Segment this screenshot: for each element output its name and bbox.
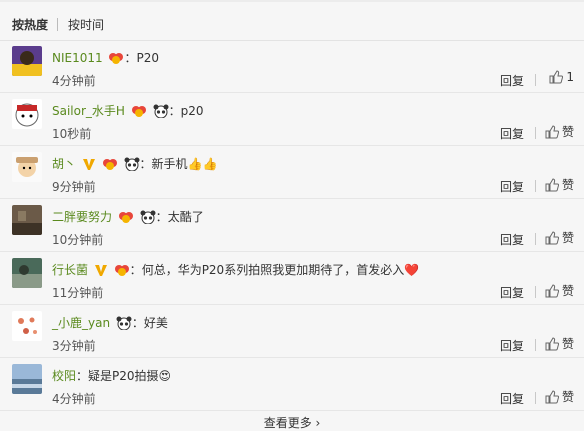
comment-text: 疑是P20拍摄 <box>88 369 159 383</box>
like-button[interactable]: 赞 <box>545 123 574 140</box>
vip-v-icon <box>94 263 108 281</box>
like-label: 赞 <box>561 178 574 192</box>
comment-time: 11分钟前 <box>52 286 104 300</box>
comment-text: 何总，华为P20系列拍照我更加期待了，首发必入 <box>141 263 405 277</box>
like-label: 赞 <box>561 337 574 351</box>
reply-button[interactable]: 回复 <box>500 72 524 89</box>
action-divider <box>535 392 536 404</box>
like-button[interactable]: 赞 <box>545 335 574 352</box>
thumbs-up-icon <box>545 284 560 298</box>
colon: ： <box>168 104 181 118</box>
like-button[interactable]: 赞 <box>545 229 574 246</box>
comment-time: 9分钟前 <box>52 180 96 194</box>
reply-button[interactable]: 回复 <box>500 284 524 301</box>
panda-icon <box>140 210 156 228</box>
heart-eyes-emoji: 😍 <box>158 369 172 383</box>
like-button[interactable]: 1 <box>549 70 574 84</box>
sort-by-time-tab[interactable]: 按时间 <box>68 16 104 33</box>
fan-badge-icon <box>108 51 124 69</box>
avatar[interactable] <box>12 46 42 76</box>
username[interactable]: 行长菌 <box>52 263 88 277</box>
avatar[interactable] <box>12 152 42 182</box>
sort-by-hot-tab[interactable]: 按热度 <box>12 16 48 33</box>
comment-row: Sailor_水手H ：p20 10秒前 回复 赞 <box>0 93 584 146</box>
fan-badge-icon <box>131 104 147 122</box>
thumbs-up-icon <box>545 231 560 245</box>
username[interactable]: 二胖要努力 <box>52 210 112 224</box>
thumbs-up-icon <box>545 390 560 404</box>
comment-text: p20 <box>180 104 204 118</box>
thumbs-up-icon <box>545 125 560 139</box>
like-button[interactable]: 赞 <box>545 282 574 299</box>
avatar[interactable] <box>12 99 42 129</box>
avatar[interactable] <box>12 364 42 394</box>
avatar[interactable] <box>12 205 42 235</box>
reply-button[interactable]: 回复 <box>500 125 524 142</box>
comment-time: 4分钟前 <box>52 74 96 88</box>
sort-bar: 按热度 按时间 <box>0 8 584 40</box>
comment-time: 10秒前 <box>52 127 92 141</box>
comment-row: 胡丶 ：新手机👍👍 9分钟前 回复 赞 <box>0 146 584 199</box>
username[interactable]: 校阳 <box>52 369 76 383</box>
top-divider <box>0 0 584 2</box>
thumbs-up-icon <box>545 337 560 351</box>
colon: ： <box>124 51 137 65</box>
fan-badge-icon <box>118 210 134 228</box>
like-label: 赞 <box>561 390 574 404</box>
comment-text: 新手机 <box>151 157 188 171</box>
thumbs-up-icon <box>545 178 560 192</box>
fan-badge-icon <box>114 263 130 281</box>
like-label: 赞 <box>561 125 574 139</box>
like-label: 赞 <box>561 231 574 245</box>
reply-button[interactable]: 回复 <box>500 178 524 195</box>
comment-row: 行长菌 ：何总，华为P20系列拍照我更加期待了，首发必入❤️ 11分钟前 回复 … <box>0 252 584 305</box>
avatar[interactable] <box>12 258 42 288</box>
username[interactable]: NIE1011 <box>52 51 103 65</box>
action-divider <box>535 339 536 351</box>
action-divider <box>535 180 536 192</box>
comment-row: 二胖要努力 ：太酷了 10分钟前 回复 赞 <box>0 199 584 252</box>
colon: ： <box>155 210 168 224</box>
comment-row: NIE1011 ：P20 4分钟前 回复 1 <box>0 40 584 93</box>
panda-icon <box>153 104 169 122</box>
comment-row: _小鹿_yan ：好美 3分钟前 回复 赞 <box>0 305 584 358</box>
reply-button[interactable]: 回复 <box>500 390 524 407</box>
panda-icon <box>124 157 140 175</box>
fan-badge-icon <box>102 157 118 175</box>
username[interactable]: Sailor_水手H <box>52 104 125 118</box>
colon: ： <box>139 157 152 171</box>
like-label: 赞 <box>561 284 574 298</box>
action-divider <box>535 286 536 298</box>
comment-time: 4分钟前 <box>52 392 96 406</box>
comment-time: 10分钟前 <box>52 233 104 247</box>
username[interactable]: _小鹿_yan <box>52 316 110 330</box>
thumbs-up-icon <box>549 70 564 84</box>
comment-text: 太酷了 <box>167 210 204 224</box>
reply-button[interactable]: 回复 <box>500 231 524 248</box>
colon: ： <box>131 316 144 330</box>
avatar[interactable] <box>12 311 42 341</box>
like-count: 1 <box>566 70 574 84</box>
like-button[interactable]: 赞 <box>545 388 574 405</box>
colon: ： <box>129 263 142 277</box>
row-divider <box>0 410 584 411</box>
panda-icon <box>116 316 132 334</box>
reply-button[interactable]: 回复 <box>500 337 524 354</box>
colon: ： <box>76 369 89 383</box>
sort-divider <box>57 18 58 31</box>
comment-text: P20 <box>136 51 159 65</box>
thumbs-up-emoji: 👍👍 <box>187 157 218 171</box>
action-divider <box>535 127 536 139</box>
heart-emoji: ❤️ <box>404 263 420 277</box>
vip-v-icon <box>82 157 96 175</box>
like-button[interactable]: 赞 <box>545 176 574 193</box>
action-divider <box>535 233 536 245</box>
username[interactable]: 胡丶 <box>52 157 76 171</box>
comment-row: 校阳：疑是P20拍摄😍 4分钟前 回复 赞 <box>0 358 584 411</box>
comment-text: 好美 <box>143 316 168 330</box>
comment-time: 3分钟前 <box>52 339 96 353</box>
action-divider <box>535 74 536 86</box>
